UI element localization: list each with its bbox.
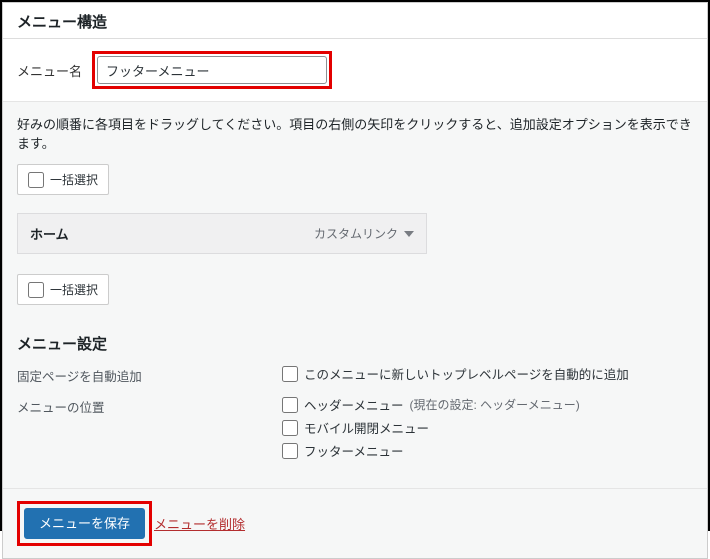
save-button-highlight: メニューを保存 xyxy=(17,501,152,546)
auto-add-options: このメニューに新しいトップレベルページを自動的に追加 xyxy=(282,364,693,387)
bulk-select-label-top: 一括選択 xyxy=(50,171,98,188)
auto-add-option[interactable]: このメニューに新しいトップレベルページを自動的に追加 xyxy=(282,364,693,383)
auto-add-option-label: このメニューに新しいトップレベルページを自動的に追加 xyxy=(304,364,629,383)
location-option-footer[interactable]: フッターメニュー xyxy=(282,441,693,460)
menu-item-type[interactable]: カスタムリンク xyxy=(314,225,414,242)
bulk-select-top[interactable]: 一括選択 xyxy=(17,164,109,195)
menu-item-type-label: カスタムリンク xyxy=(314,225,398,242)
menu-settings-section: メニュー設定 固定ページを自動追加 このメニューに新しいトップレベルページを自動… xyxy=(17,333,693,464)
panel-title: メニュー構造 xyxy=(17,11,693,32)
menu-name-highlight xyxy=(92,51,332,89)
location-label: メニューの位置 xyxy=(17,395,282,416)
auto-add-checkbox[interactable] xyxy=(282,366,298,382)
menu-item[interactable]: ホーム カスタムリンク xyxy=(17,213,427,254)
menu-body: 好みの順番に各項目をドラッグしてください。項目の右側の矢印をクリックすると、追加… xyxy=(3,101,707,488)
chevron-down-icon xyxy=(404,231,414,237)
location-option-label-0: ヘッダーメニュー xyxy=(304,395,404,414)
delete-menu-link[interactable]: メニューを削除 xyxy=(154,514,245,533)
location-option-hint-0: (現在の設定: ヘッダーメニュー) xyxy=(410,396,580,413)
menu-settings-heading: メニュー設定 xyxy=(17,333,693,354)
location-checkbox-header[interactable] xyxy=(282,397,298,413)
save-button[interactable]: メニューを保存 xyxy=(24,508,145,539)
bulk-select-checkbox-bottom[interactable] xyxy=(28,282,44,298)
auto-add-label: 固定ページを自動追加 xyxy=(17,364,282,385)
menu-item-title: ホーム xyxy=(30,224,69,243)
location-checkbox-mobile[interactable] xyxy=(282,420,298,436)
bulk-select-label-bottom: 一括選択 xyxy=(50,281,98,298)
bulk-select-bottom[interactable]: 一括選択 xyxy=(17,274,109,305)
location-checkbox-footer[interactable] xyxy=(282,443,298,459)
bulk-select-checkbox-top[interactable] xyxy=(28,172,44,188)
menu-structure-panel: メニュー構造 メニュー名 好みの順番に各項目をドラッグしてください。項目の右側の… xyxy=(2,2,708,559)
location-option-mobile[interactable]: モバイル開閉メニュー xyxy=(282,418,693,437)
help-text: 好みの順番に各項目をドラッグしてください。項目の右側の矢印をクリックすると、追加… xyxy=(17,114,693,152)
location-options: ヘッダーメニュー (現在の設定: ヘッダーメニュー) モバイル開閉メニュー フッ… xyxy=(282,395,693,464)
location-option-label-1: モバイル開閉メニュー xyxy=(304,418,429,437)
menu-name-input[interactable] xyxy=(97,56,327,84)
auto-add-row: 固定ページを自動追加 このメニューに新しいトップレベルページを自動的に追加 xyxy=(17,364,693,387)
location-option-header[interactable]: ヘッダーメニュー (現在の設定: ヘッダーメニュー) xyxy=(282,395,693,414)
panel-header: メニュー構造 xyxy=(3,3,707,39)
menu-name-label: メニュー名 xyxy=(17,61,82,80)
footer-actions: メニューを保存 メニューを削除 xyxy=(3,488,707,558)
location-option-label-2: フッターメニュー xyxy=(304,441,404,460)
location-row: メニューの位置 ヘッダーメニュー (現在の設定: ヘッダーメニュー) モバイル開… xyxy=(17,395,693,464)
menu-name-row: メニュー名 xyxy=(3,39,707,101)
